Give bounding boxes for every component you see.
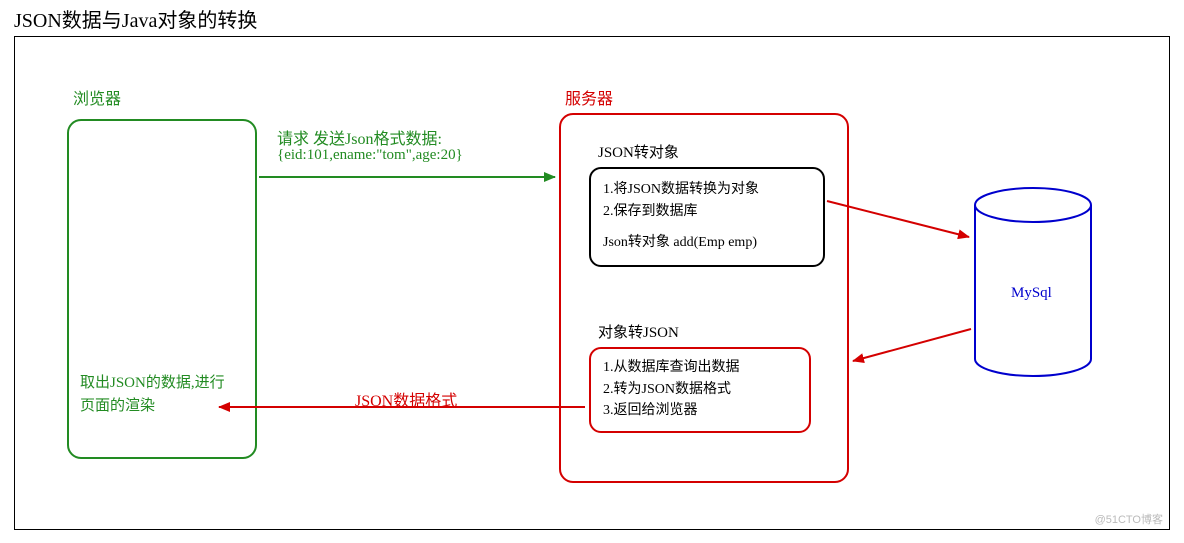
browser-render-line2: 页面的渲染	[80, 398, 155, 414]
diagram-canvas: 浏览器 取出JSON的数据,进行 页面的渲染 服务器 请求 发送Json格式数据…	[14, 36, 1170, 530]
watermark: @51CTO博客	[1095, 511, 1163, 527]
obj2json-heading: 对象转JSON	[598, 321, 679, 342]
browser-render-line1: 取出JSON的数据,进行	[80, 375, 225, 391]
request-line2: {eid:101,ename:"tom",age:20}	[277, 147, 463, 164]
server-label: 服务器	[565, 85, 613, 109]
json2obj-box: 1.将JSON数据转换为对象 2.保存到数据库 Json转对象 add(Emp …	[589, 167, 825, 267]
obj2json-line2: 2.转为JSON数据格式	[603, 379, 797, 401]
page-title: JSON数据与Java对象的转换	[14, 4, 257, 33]
request-line1: 请求 发送Json格式数据:	[277, 125, 442, 149]
page: JSON数据与Java对象的转换 浏览器 取出JSON的数据,进行 页面的渲染 …	[0, 0, 1184, 543]
response-label: JSON数据格式	[355, 387, 457, 411]
json2obj-heading: JSON转对象	[598, 141, 679, 162]
obj2json-box: 1.从数据库查询出数据 2.转为JSON数据格式 3.返回给浏览器	[589, 347, 811, 433]
obj2json-line1: 1.从数据库查询出数据	[603, 357, 797, 379]
browser-render-text: 取出JSON的数据,进行 页面的渲染	[80, 372, 255, 417]
json2obj-line1: 1.将JSON数据转换为对象	[603, 179, 811, 201]
json2obj-line2: 2.保存到数据库	[603, 201, 811, 223]
browser-label: 浏览器	[73, 85, 121, 109]
obj2json-line3: 3.返回给浏览器	[603, 400, 797, 422]
json2obj-line3: Json转对象 add(Emp emp)	[603, 232, 811, 254]
db-label: MySql	[1011, 285, 1052, 302]
from-db-arrow	[853, 329, 971, 361]
db-cylinder	[973, 187, 1093, 377]
